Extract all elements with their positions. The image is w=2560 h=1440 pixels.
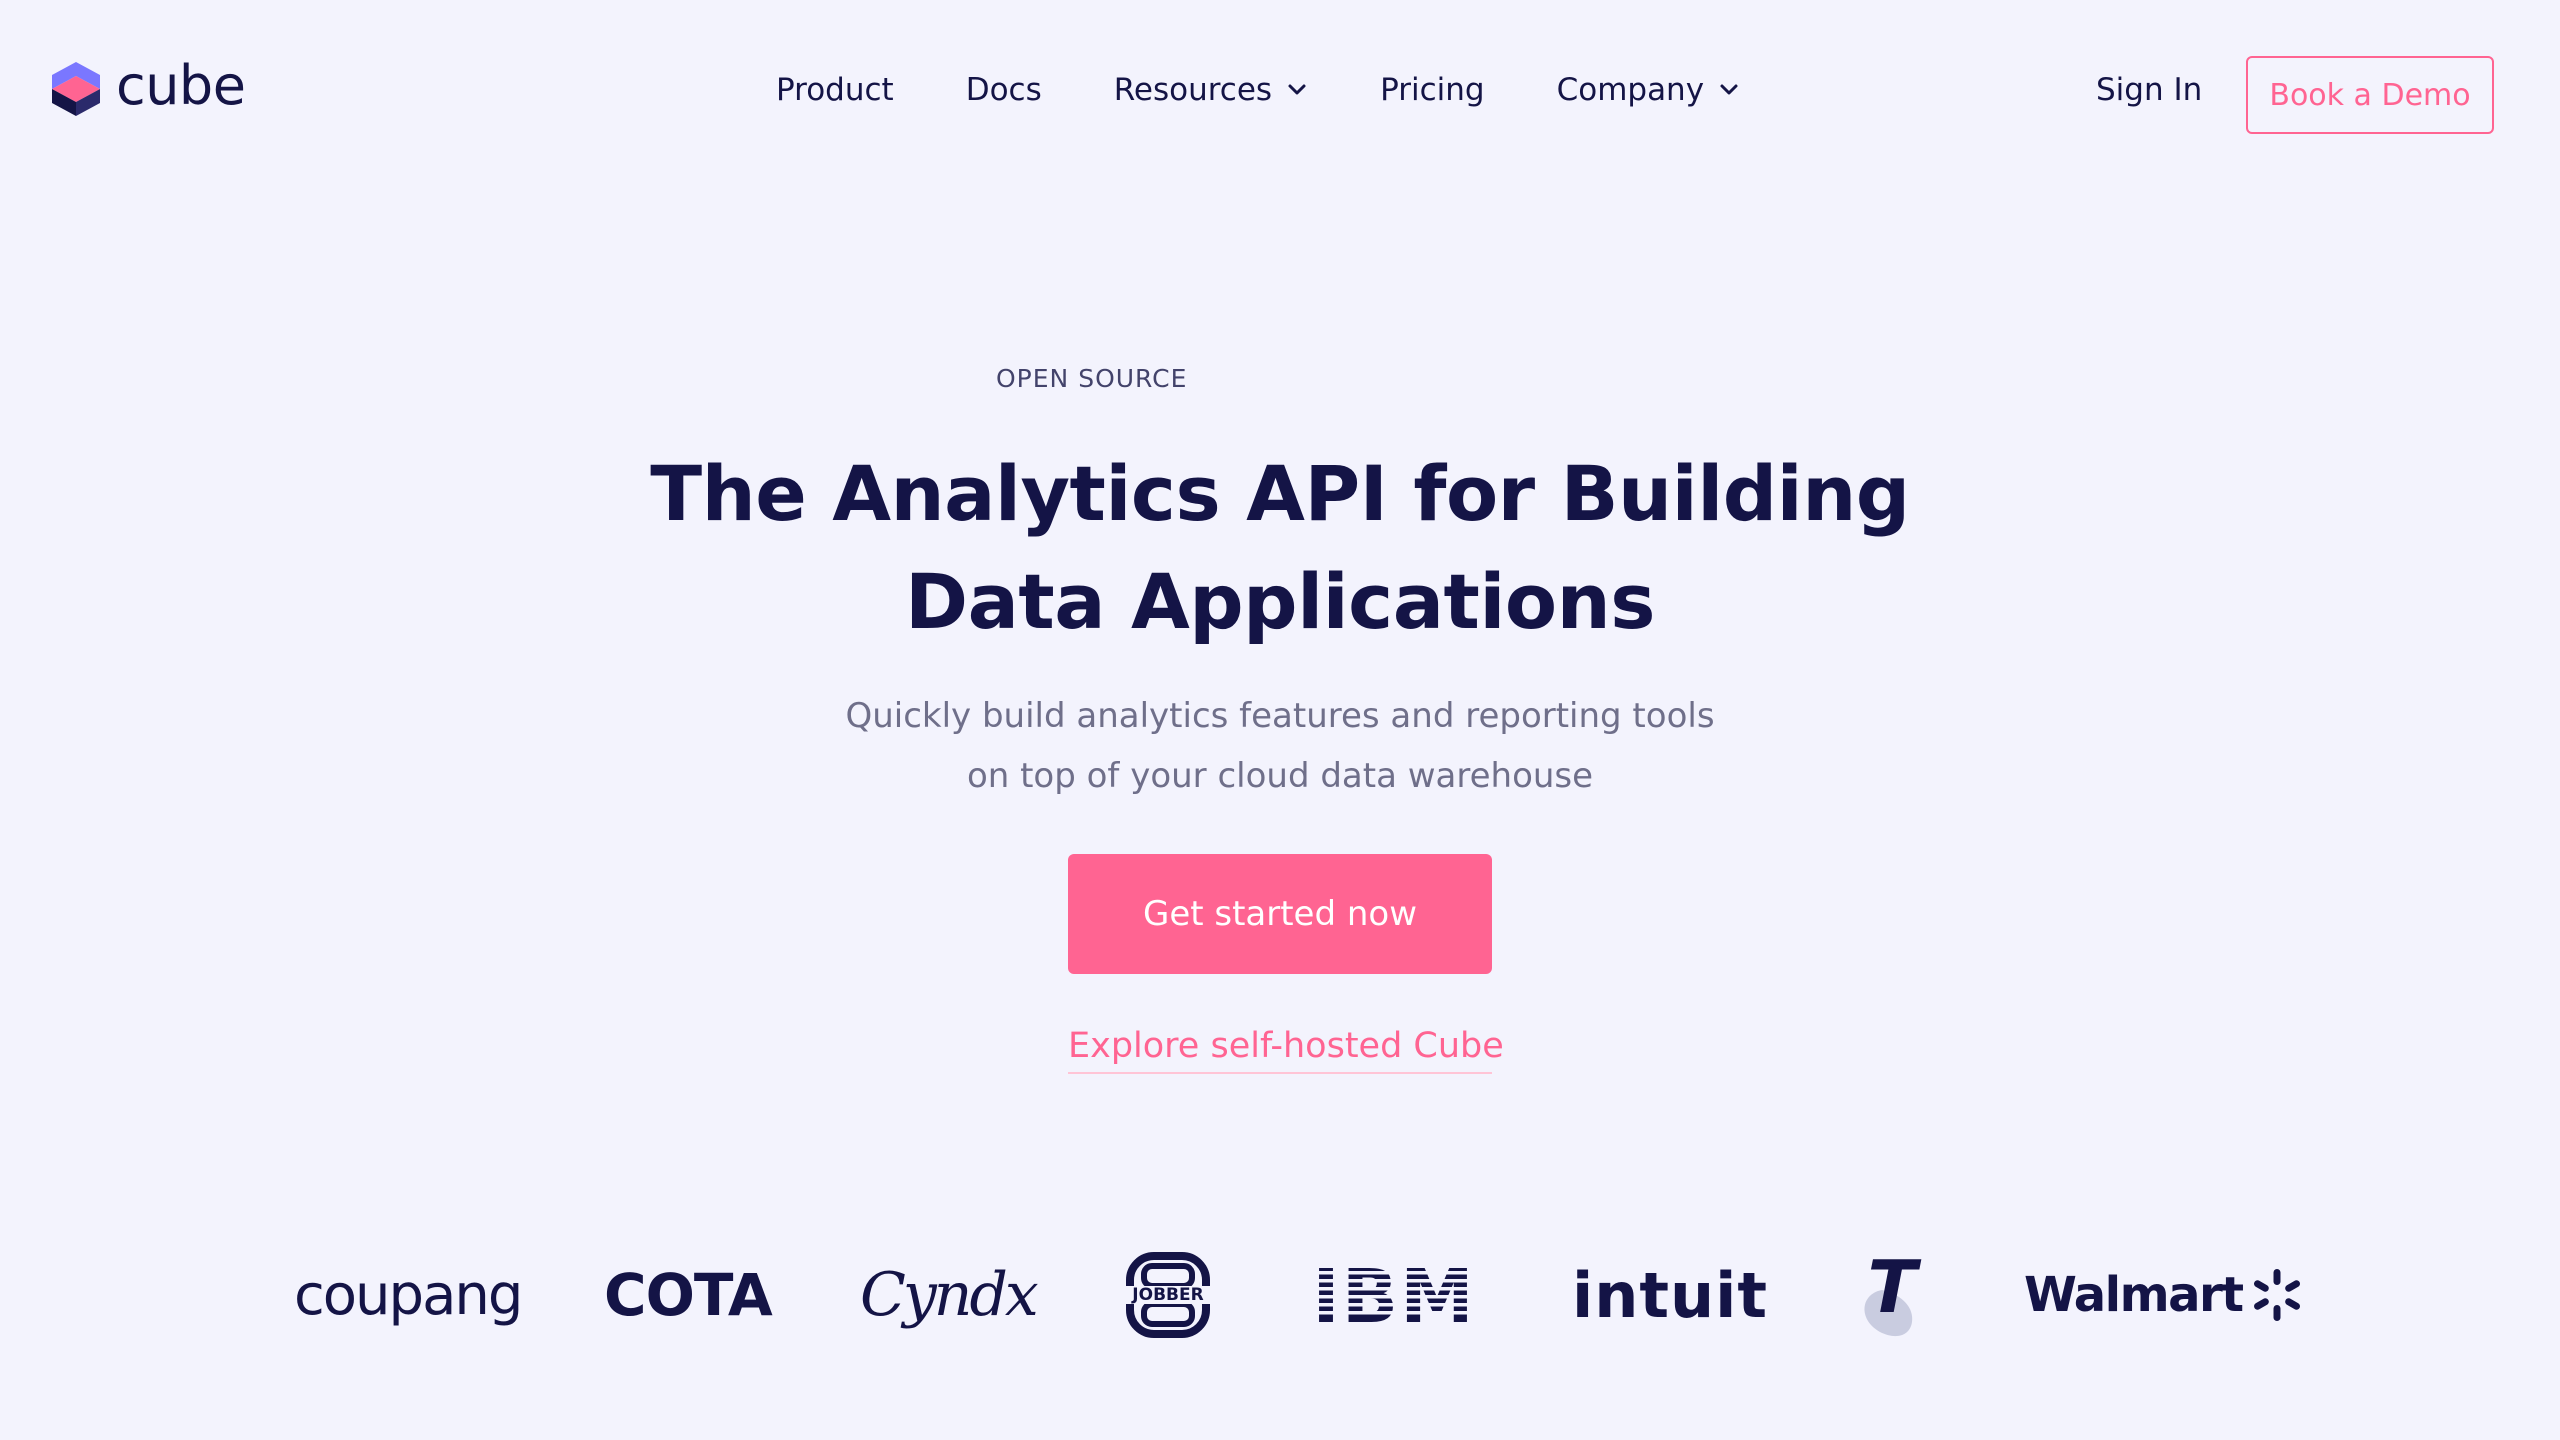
coupang-logo: coupang [294, 1225, 523, 1365]
nav-item-label: Docs [965, 72, 1042, 108]
telstra-logo: T [1852, 1225, 1932, 1365]
chevron-down-icon [1720, 84, 1738, 95]
logo-text: intuit [1572, 1258, 1769, 1332]
cota-logo: COTA [604, 1225, 773, 1365]
nav-item-label: Resources [1113, 72, 1273, 108]
ibm-logo-icon: IBM [1316, 1260, 1472, 1330]
customer-logos: coupang COTA Cyndx JOBBER IBM [0, 1225, 2560, 1365]
jobber-logo-icon: JOBBER [1120, 1252, 1216, 1338]
nav-item-label: Company [1556, 72, 1705, 108]
cyndx-logo: Cyndx [860, 1225, 1039, 1365]
telstra-logo-icon: T [1864, 1250, 1921, 1337]
site-header: cube Product Docs Resources Pricing Comp… [0, 0, 2560, 196]
nav-item-resources[interactable]: Resources [1114, 72, 1308, 108]
logo-text: COTA [604, 1261, 773, 1329]
book-demo-button[interactable]: Book a Demo [2246, 56, 2494, 134]
get-started-button[interactable]: Get started now [1068, 854, 1492, 974]
jobber-logo: JOBBER [1120, 1225, 1216, 1365]
sign-in-link[interactable]: Sign In [2096, 72, 2202, 108]
hero-eyebrow: OPEN SOURCE [996, 364, 1188, 393]
cube-logo-icon [52, 62, 100, 116]
cube-logo[interactable]: cube [50, 54, 246, 118]
logo-text: Cyndx [860, 1260, 1039, 1330]
hero-title-line: Data Applications [905, 557, 1655, 646]
nav-item-label: Product [776, 72, 894, 108]
page: cube Product Docs Resources Pricing Comp… [0, 0, 2560, 1440]
nav-item-docs[interactable]: Docs [966, 72, 1042, 108]
chevron-down-icon [1288, 84, 1306, 95]
hero-subtitle-line: on top of your cloud data warehouse [966, 756, 1594, 796]
hero-title: The Analytics API for Building Data Appl… [580, 440, 1980, 656]
logo-text: T [1867, 1250, 1921, 1329]
nav-item-pricing[interactable]: Pricing [1380, 72, 1485, 108]
walmart-spark-icon [2253, 1269, 2300, 1321]
main-nav: Product Docs Resources Pricing Company [776, 72, 1740, 108]
walmart-logo: Walmart [2024, 1225, 2305, 1365]
nav-item-product[interactable]: Product [776, 72, 894, 108]
nav-item-company[interactable]: Company [1557, 72, 1740, 108]
hero-subtitle-line: Quickly build analytics features and rep… [845, 696, 1715, 736]
logo-wordmark: cube [116, 54, 246, 117]
hero-subtitle: Quickly build analytics features and rep… [680, 686, 1880, 806]
explore-self-hosted-link[interactable]: Explore self-hosted Cube [1068, 1026, 1504, 1074]
intuit-logo: intuit [1572, 1225, 1768, 1365]
ibm-logo: IBM [1316, 1225, 1472, 1365]
logo-text: Walmart [2024, 1267, 2244, 1323]
hero-title-line: The Analytics API for Building [650, 449, 1910, 538]
nav-item-label: Pricing [1380, 72, 1485, 108]
logo-text: JOBBER [1131, 1285, 1203, 1305]
logo-text: coupang [294, 1262, 523, 1328]
